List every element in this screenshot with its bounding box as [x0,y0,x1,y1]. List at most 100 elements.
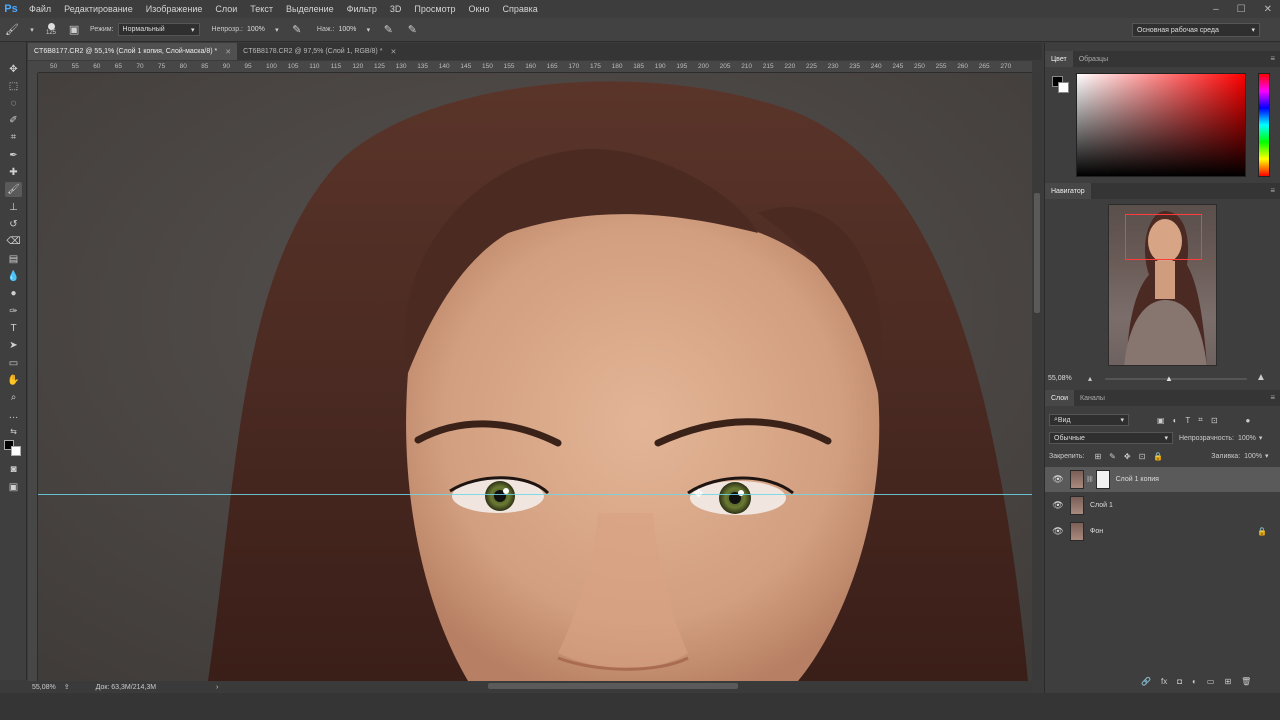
flow-value[interactable]: 100% [338,26,356,33]
blur-tool-icon[interactable]: 💧 [5,269,22,284]
history-brush-tool-icon[interactable]: ↺ [5,217,22,232]
airbrush-icon[interactable]: ✎ [380,22,396,38]
zoom-in-icon[interactable]: ▲ [1256,372,1266,383]
mode-select[interactable]: Нормальный ▾ [117,23,200,36]
share-icon[interactable]: ⇪ [64,683,70,691]
navigator-view-box[interactable] [1125,214,1202,260]
visibility-eye-icon[interactable]: 👁 [1049,474,1067,485]
close-icon[interactable]: ✕ [390,48,396,56]
eyedropper-tool-icon[interactable]: ✒ [5,148,22,163]
layer-row-sloi-1[interactable]: 👁 Слой 1 [1045,493,1280,518]
crop-tool-icon[interactable]: ⌗ [5,130,22,145]
healing-brush-tool-icon[interactable]: ✚ [5,165,22,180]
layer-filter-select[interactable]: ⌕ Вид ▾ [1049,414,1129,426]
filter-adjustment-icon[interactable]: ◐ [1173,416,1178,425]
tab-color[interactable]: Цвет [1045,51,1073,67]
menu-item[interactable]: Текст [243,0,279,18]
chevron-down-icon[interactable]: ▾ [360,22,376,38]
horizontal-ruler[interactable]: 50 55 60 65 70 75 80 85 90 95 100 105 110 115 120 125 13… [38,61,1032,73]
filter-pixel-icon[interactable]: ▣ [1157,416,1165,425]
lock-artboard-icon[interactable]: ⊡ [1139,452,1146,461]
marquee-tool-icon[interactable]: ⬚ [5,79,22,94]
shape-tool-icon[interactable]: ▭ [5,356,22,371]
tab-channels[interactable]: Каналы [1074,390,1111,406]
chevron-down-icon[interactable]: ▾ [24,22,40,38]
tab-navigator[interactable]: Навигатор [1045,183,1091,199]
menu-item[interactable]: Файл [22,0,57,18]
mask-link-icon[interactable]: ⛓ [1086,476,1094,483]
lock-transparent-icon[interactable]: ⊞ [1094,452,1101,461]
filter-type-icon[interactable]: T [1185,416,1190,425]
swap-colors-icon[interactable]: ⇆ [5,424,22,439]
chevron-down-icon[interactable]: ▾ [269,22,285,38]
brush-tool-icon[interactable]: 🖌 [4,22,20,38]
visibility-eye-icon[interactable]: 👁 [1049,500,1067,511]
add-mask-icon[interactable]: ◘ [1177,677,1182,686]
layer-row-fon[interactable]: 👁 Фон 🔒 [1045,519,1280,544]
brush-panel-icon[interactable]: ▣ [66,22,82,38]
new-layer-icon[interactable]: ⊞ [1224,677,1231,686]
menu-item[interactable]: Слои [208,0,243,18]
color-picker-field[interactable] [1076,73,1246,177]
background-color-swatch[interactable] [11,446,21,456]
lock-all-icon[interactable]: 🔒 [1153,452,1163,461]
opacity-value[interactable]: 100% [247,26,265,33]
new-group-icon[interactable]: ▭ [1207,677,1215,686]
pressure-size-icon[interactable]: ✎ [404,22,420,38]
panel-menu-icon[interactable]: ≡ [1270,54,1275,63]
navigator-zoom-value[interactable]: 55,08% [1048,375,1072,382]
lasso-tool-icon[interactable]: ◌ [5,96,22,111]
dodge-tool-icon[interactable]: ● [5,286,22,301]
pressure-opacity-icon[interactable]: ✎ [289,22,305,38]
link-layers-icon[interactable]: 🔗 [1141,677,1151,686]
panel-menu-icon[interactable]: ≡ [1270,393,1275,402]
blend-mode-select[interactable]: Обычные ▾ [1049,432,1173,444]
opacity-value[interactable]: 100% [1238,435,1256,442]
path-select-tool-icon[interactable]: ➤ [5,338,22,353]
layer-row-sloi-1-kopiya[interactable]: 👁 ⛓ Слой 1 копия [1045,467,1280,492]
lock-pixels-icon[interactable]: ✎ [1109,452,1116,461]
zoom-tool-icon[interactable]: ⌕ [5,390,22,405]
chevron-down-icon[interactable]: ▾ [1265,452,1269,460]
lock-position-icon[interactable]: ✥ [1124,452,1131,461]
document-canvas[interactable]: ✥ [38,73,1032,681]
background-color-swatch[interactable] [1058,82,1069,93]
tab-layers[interactable]: Слои [1045,390,1075,406]
scrollbar-thumb[interactable] [1034,193,1040,313]
horizontal-guide-line[interactable] [38,494,1032,495]
tab-document-2[interactable]: CT6B8178.CR2 @ 97,5% (Слой 1, RGB/8) * ✕ [237,43,402,60]
menu-item[interactable]: Просмотр [407,0,461,18]
menu-item[interactable]: 3D [383,0,408,18]
menu-item[interactable]: Редактирование [57,0,139,18]
eraser-tool-icon[interactable]: ⌫ [5,234,22,249]
maximize-icon[interactable]: ☐ [1237,4,1246,15]
menu-item[interactable]: Фильтр [340,0,383,18]
brush-tool-icon[interactable]: 🖌 [5,182,22,197]
tab-swatches[interactable]: Образцы [1073,51,1114,67]
panel-menu-icon[interactable]: ≡ [1270,186,1275,195]
more-tools-icon[interactable]: … [5,408,22,423]
workspace-select[interactable]: Основная рабочая среда ▾ [1132,23,1260,37]
navigator-thumbnail[interactable] [1108,204,1217,366]
tab-document-1[interactable]: CT6B8177.CR2 @ 55,1% (Слой 1 копия, Слой… [28,43,238,60]
visibility-eye-icon[interactable]: 👁 [1049,526,1067,537]
filter-toggle-icon[interactable]: ● [1246,416,1251,425]
layer-mask-thumbnail[interactable] [1095,470,1110,489]
navigator-zoom-slider[interactable] [1105,378,1247,380]
status-zoom[interactable]: 55,08% [32,684,56,691]
vertical-ruler[interactable] [28,73,38,681]
fill-value[interactable]: 100% [1244,453,1262,460]
menu-item[interactable]: Окно [462,0,496,18]
minimize-icon[interactable]: – [1213,4,1219,15]
hue-slider[interactable] [1258,73,1270,177]
vertical-scrollbar[interactable] [1032,73,1042,681]
brush-preset-picker[interactable]: 125 [46,23,56,36]
screen-mode-icon[interactable]: ▣ [5,480,22,495]
scrollbar-thumb[interactable] [488,683,738,689]
menu-item[interactable]: Справка [495,0,543,18]
quick-select-tool-icon[interactable]: ✐ [5,113,22,128]
gradient-tool-icon[interactable]: ▤ [5,252,22,267]
zoom-out-icon[interactable]: ▴ [1088,374,1092,383]
type-tool-icon[interactable]: T [5,321,22,336]
close-icon[interactable]: ✕ [1264,4,1272,15]
